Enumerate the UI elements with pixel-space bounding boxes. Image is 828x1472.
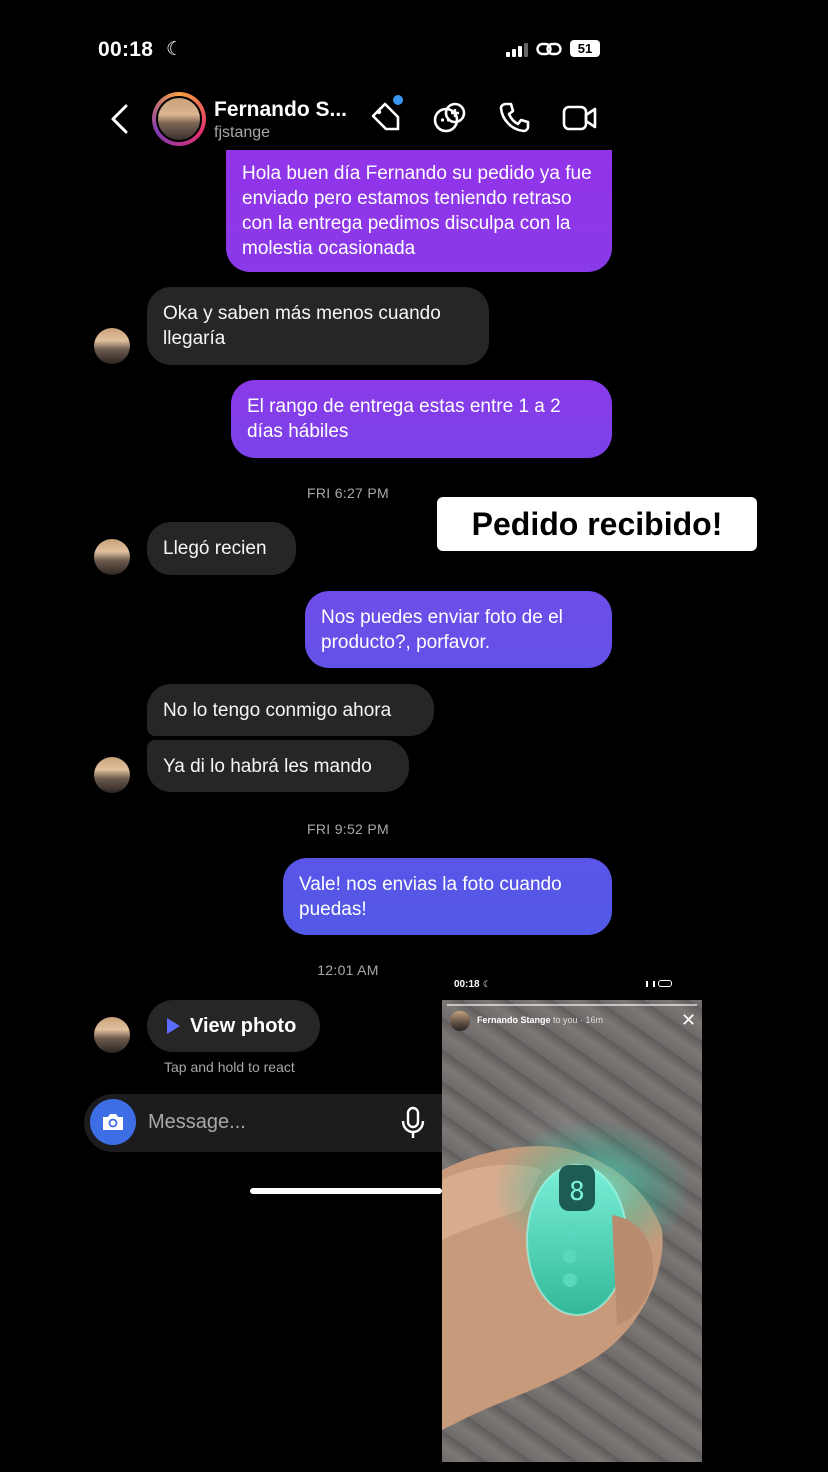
message-bubble-outgoing[interactable]: Hola buen día Fernando su pedido ya fue … (226, 150, 612, 272)
camera-button[interactable] (90, 1099, 136, 1145)
link-icon (536, 42, 562, 55)
status-time: 00:18 (98, 38, 154, 61)
timestamp: FRI 6:27 PM (307, 485, 389, 501)
story-photo-illustration: 8 (442, 1120, 692, 1430)
play-icon (167, 1018, 180, 1034)
message-composer[interactable] (84, 1094, 442, 1152)
timestamp: 12:01 AM (317, 962, 379, 978)
effects-icon[interactable] (432, 100, 468, 136)
avatar[interactable] (156, 96, 202, 142)
signal-icon (506, 41, 528, 57)
moon-icon: ☾ (166, 39, 184, 60)
sticker-text: Pedido recibido! (437, 497, 757, 551)
contact-avatar[interactable] (94, 328, 130, 364)
message-input[interactable]: Message... (148, 1111, 246, 1134)
story-status-icons (646, 980, 672, 987)
tag-icon[interactable] (368, 100, 402, 134)
message-bubble-incoming[interactable]: Ya di lo habrá les mando (147, 740, 409, 792)
story-author[interactable]: Fernando Stange to you · 16m (477, 1015, 603, 1025)
contact-avatar[interactable] (94, 757, 130, 793)
phone-icon[interactable] (498, 100, 532, 134)
camera-icon (103, 1114, 123, 1130)
message-bubble-incoming[interactable]: No lo tengo conmigo ahora (147, 684, 434, 736)
notification-dot (393, 95, 403, 105)
story-author-avatar[interactable] (450, 1011, 470, 1031)
timestamp: FRI 9:52 PM (307, 821, 389, 837)
story-photo[interactable]: 8 (442, 1000, 702, 1462)
contact-avatar[interactable] (94, 539, 130, 575)
status-right: 51 (506, 40, 600, 57)
view-photo-label: View photo (190, 1014, 297, 1037)
contact-avatar[interactable] (94, 1017, 130, 1053)
video-call-icon[interactable] (562, 103, 598, 133)
view-photo-button[interactable]: View photo (147, 1000, 320, 1052)
back-icon[interactable] (106, 103, 132, 135)
svg-text:8: 8 (569, 1177, 585, 1207)
message-bubble-outgoing[interactable]: Nos puedes enviar foto de el producto?, … (305, 591, 612, 668)
contact-username[interactable]: fjstange (214, 124, 270, 142)
close-icon[interactable]: ✕ (681, 1011, 696, 1029)
message-bubble-outgoing[interactable]: El rango de entrega estas entre 1 a 2 dí… (231, 380, 612, 458)
message-bubble-incoming[interactable]: Oka y saben más menos cuando llegaría (147, 287, 489, 365)
contact-name[interactable]: Fernando S... (214, 98, 347, 122)
message-bubble-outgoing[interactable]: Vale! nos envias la foto cuando puedas! (283, 858, 612, 935)
battery-icon: 51 (570, 40, 600, 57)
story-meta: to you · 16m (553, 1015, 604, 1025)
react-hint: Tap and hold to react (164, 1059, 295, 1075)
story-status-time: 00:18 (454, 979, 480, 990)
message-bubble-incoming[interactable]: Llegó recien (147, 522, 296, 575)
story-author-name: Fernando Stange (477, 1015, 551, 1025)
moon-icon: ☾ (483, 979, 492, 989)
microphone-icon[interactable] (400, 1106, 426, 1140)
home-indicator (250, 1188, 442, 1194)
story-progress-bar (447, 1004, 697, 1006)
